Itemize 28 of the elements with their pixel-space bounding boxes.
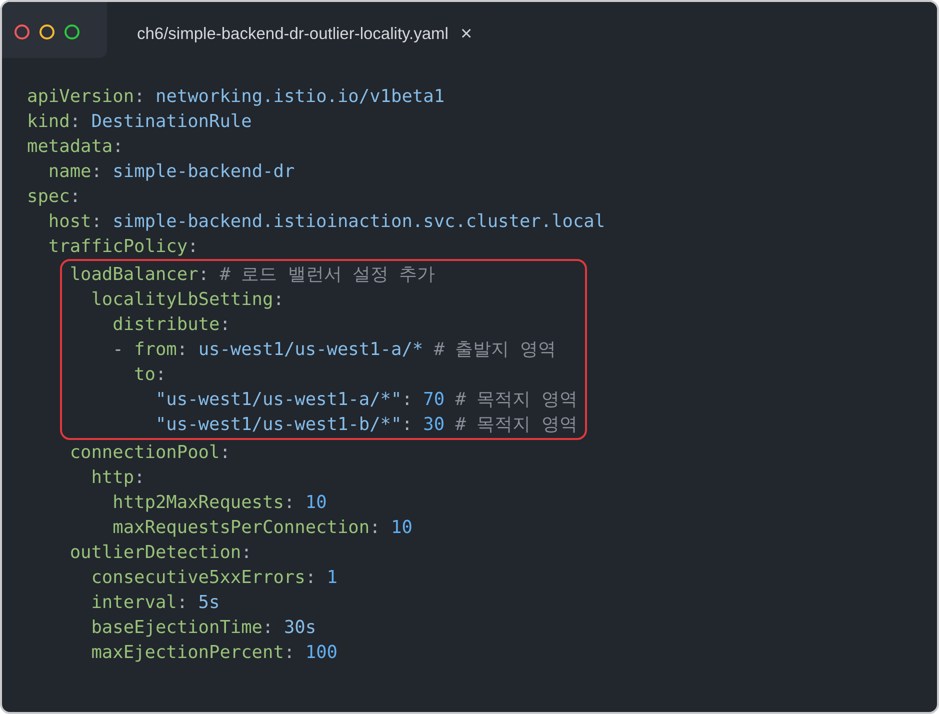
code-line: consecutive5xxErrors: 1 [90, 566, 338, 590]
code-line: http2MaxRequests: 10 [112, 491, 328, 515]
code-line: baseEjectionTime: 30s [90, 616, 318, 640]
code-line: kind: DestinationRule [27, 110, 253, 134]
code-line: interval: 5s [90, 591, 221, 615]
code-line: apiVersion: networking.istio.io/v1beta1 [27, 85, 446, 109]
code-line: "us-west1/us-west1-a/*": 70 # 목적지 영역 [154, 388, 578, 412]
zoom-window-icon[interactable] [64, 24, 80, 40]
code-line: distribute: [112, 313, 232, 337]
code-line: maxEjectionPercent: 100 [90, 641, 338, 665]
minimize-window-icon[interactable] [39, 24, 55, 40]
code-line: spec: [27, 185, 82, 209]
close-tab-button[interactable]: × [460, 22, 472, 46]
code-line: metadata: [27, 135, 124, 159]
code-line: localityLbSetting: [90, 288, 285, 312]
close-window-icon[interactable] [14, 24, 30, 40]
code-line: name: simple-backend-dr [47, 160, 296, 184]
code-line: trafficPolicy: [47, 235, 200, 259]
tab-label: ch6/simple-backend-dr-outlier-locality.yaml [137, 24, 448, 44]
code-line: to: [133, 363, 168, 387]
code-line: loadBalancer: # 로드 밸런서 설정 추가 [68, 263, 436, 287]
code-line: http: [90, 466, 146, 490]
code-line: "us-west1/us-west1-b/*": 30 # 목적지 영역 [154, 413, 578, 437]
code-line: connectionPool: [68, 441, 232, 465]
code-line: - from: us-west1/us-west1-a/* # 출발지 영역 [112, 338, 557, 362]
code-line: host: simple-backend.istioinaction.svc.cluster.local [47, 210, 606, 234]
code-line: maxRequestsPerConnection: 10 [112, 516, 414, 540]
code-line: outlierDetection: [68, 541, 253, 565]
